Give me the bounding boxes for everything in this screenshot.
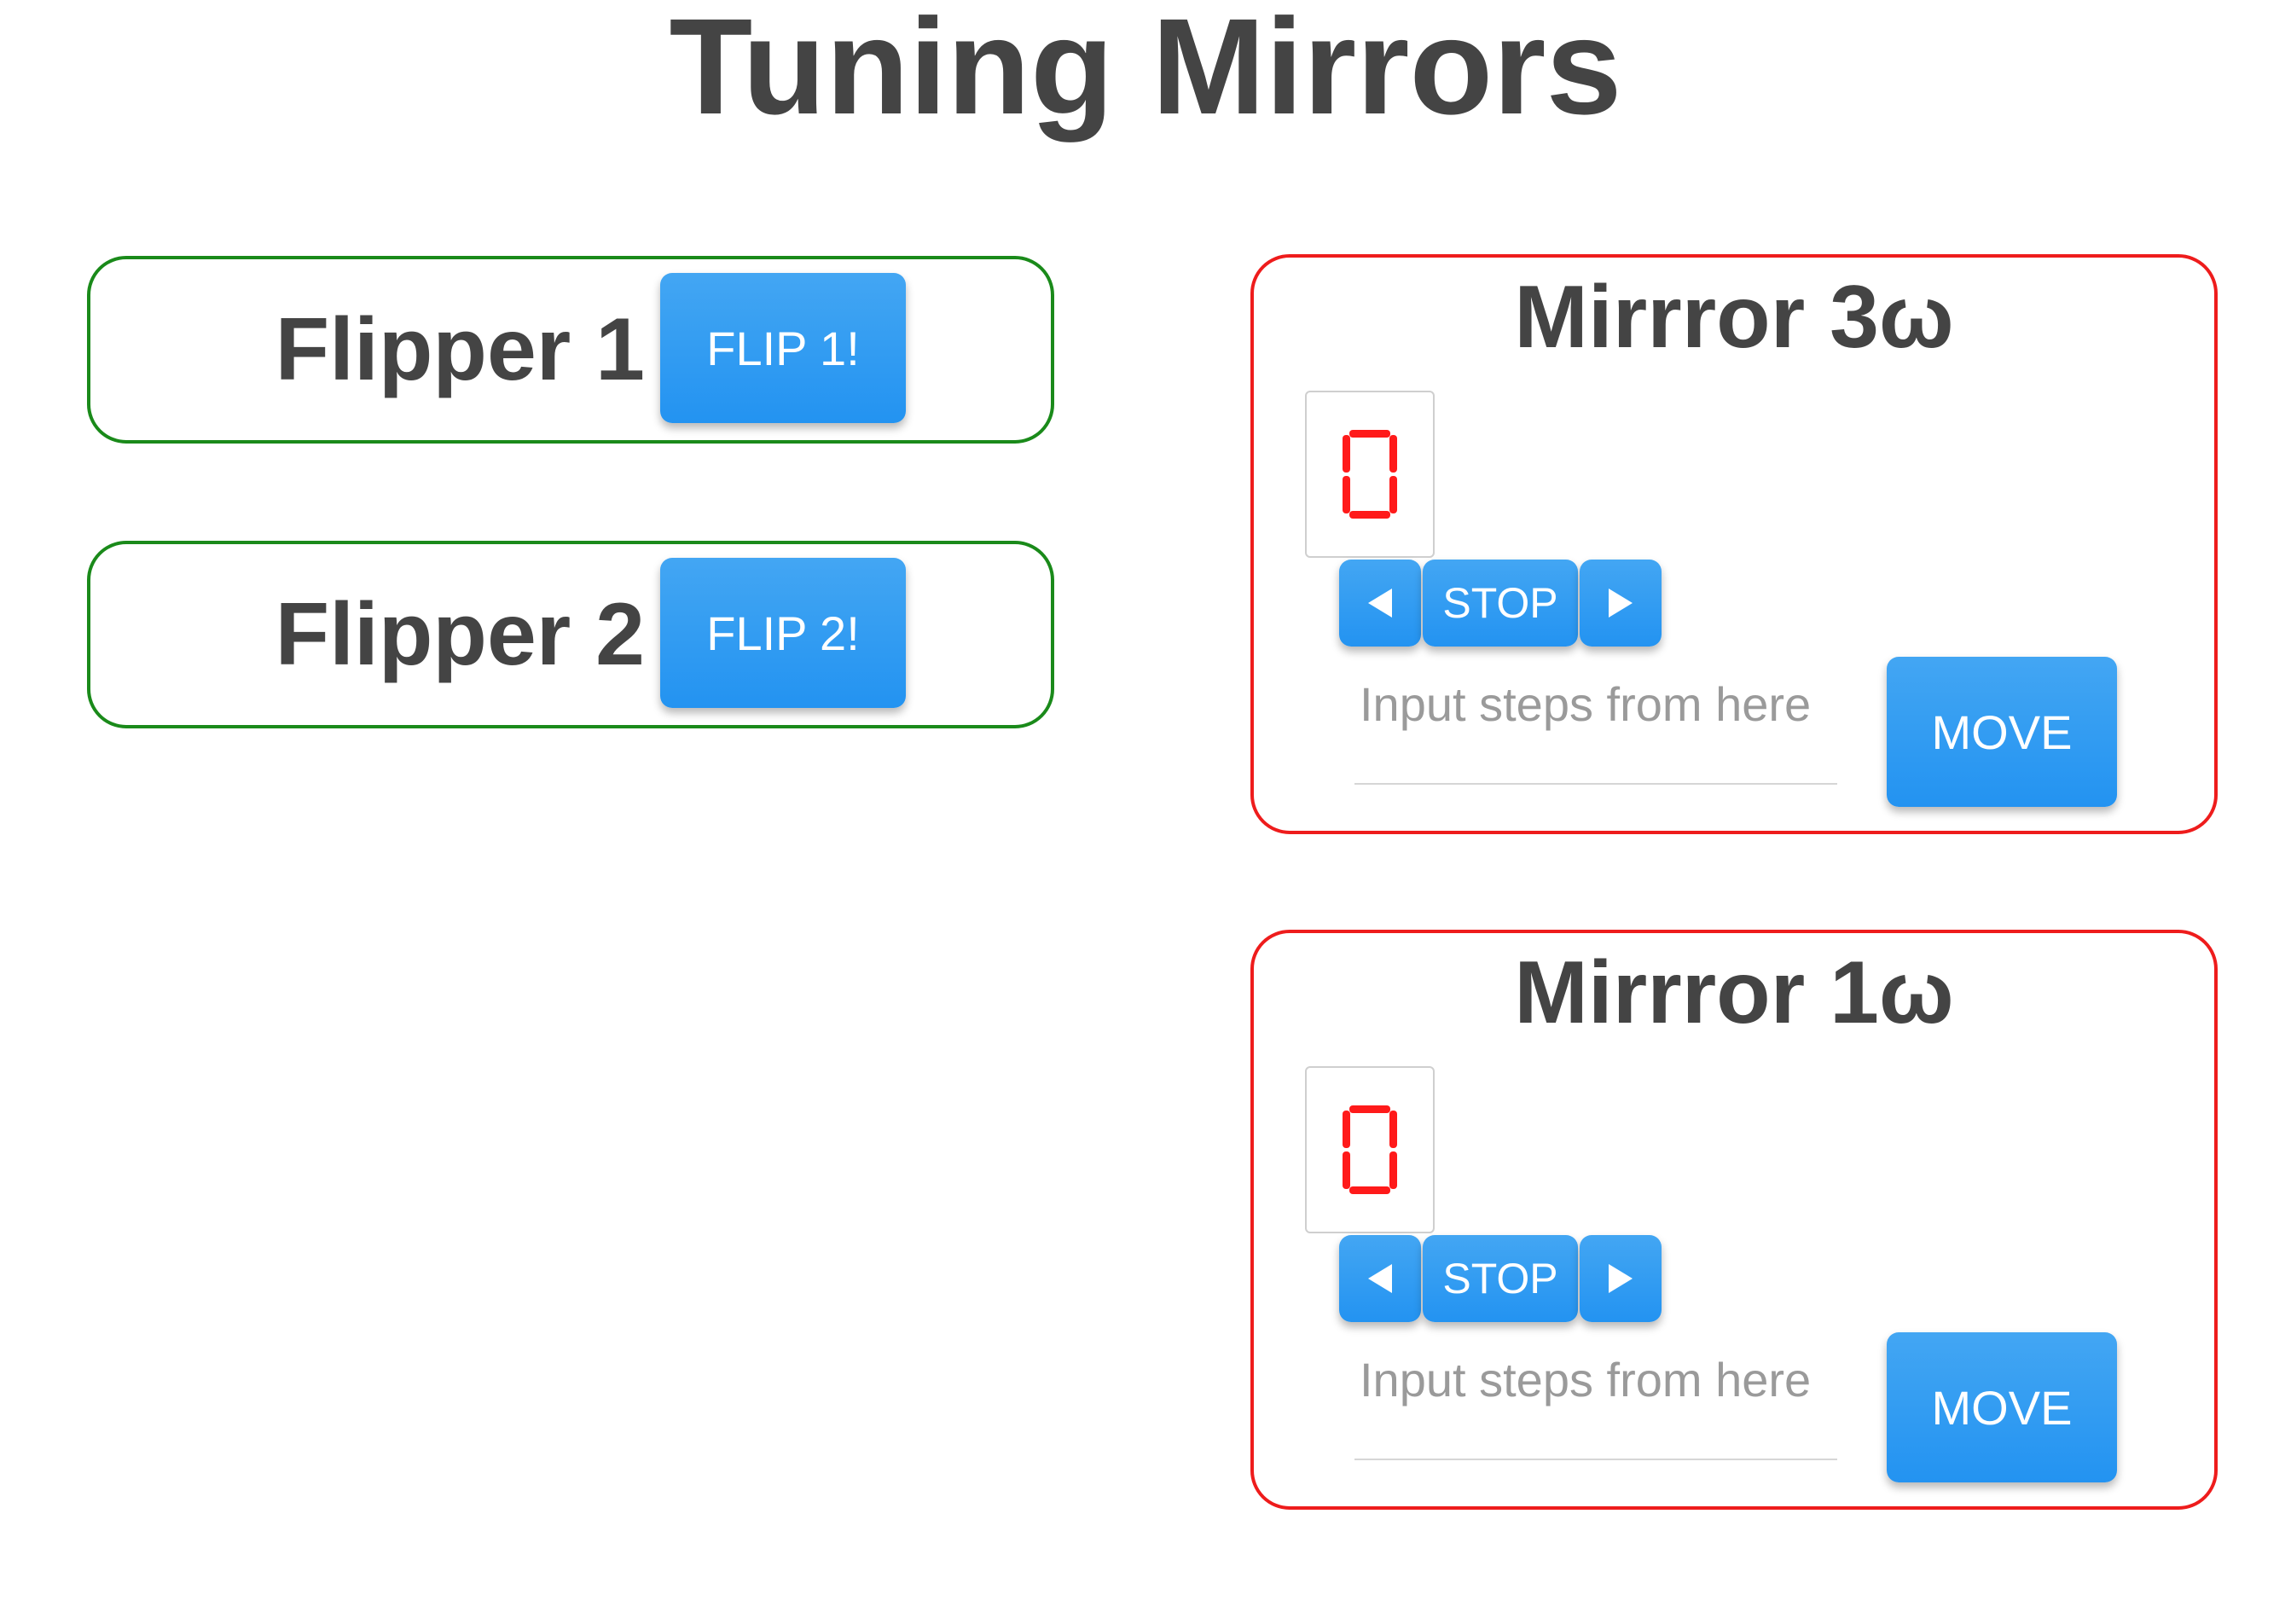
mirror-1w-title: Mirrror 1ω bbox=[1514, 943, 1954, 1042]
mirror-1w-position-readout bbox=[1305, 1066, 1435, 1233]
mirror-3w-stop-button[interactable]: STOP bbox=[1423, 560, 1578, 647]
flipper-1-label: Flipper 1 bbox=[275, 300, 645, 399]
page-title: Tuning Mirrors bbox=[669, 0, 1622, 142]
mirror-1w-stop-button[interactable]: STOP bbox=[1423, 1235, 1578, 1322]
seven-segment-digit bbox=[1343, 430, 1397, 519]
triangle-left-icon bbox=[1368, 1264, 1392, 1293]
mirror-3w-position-readout bbox=[1305, 391, 1435, 558]
flipper-2-panel: Flipper 2 FLIP 2! bbox=[87, 541, 1054, 728]
flip-2-button[interactable]: FLIP 2! bbox=[660, 558, 906, 708]
mirror-3w-step-left-button[interactable] bbox=[1339, 560, 1421, 647]
flipper-2-label: Flipper 2 bbox=[275, 585, 645, 684]
mirror-3w-panel: Mirrror 3ω STOP MOVE bbox=[1250, 254, 2218, 834]
flip-1-button[interactable]: FLIP 1! bbox=[660, 273, 906, 423]
mirror-1w-steps-input[interactable] bbox=[1354, 1334, 1837, 1460]
triangle-left-icon bbox=[1368, 589, 1392, 618]
mirror-1w-move-button[interactable]: MOVE bbox=[1887, 1332, 2117, 1482]
mirror-3w-step-right-button[interactable] bbox=[1580, 560, 1662, 647]
flipper-1-panel: Flipper 1 FLIP 1! bbox=[87, 256, 1054, 444]
mirror-1w-panel: Mirrror 1ω STOP MOVE bbox=[1250, 930, 2218, 1510]
triangle-right-icon bbox=[1609, 1264, 1633, 1293]
triangle-right-icon bbox=[1609, 589, 1633, 618]
mirror-3w-steps-input[interactable] bbox=[1354, 658, 1837, 785]
mirror-3w-title: Mirrror 3ω bbox=[1514, 268, 1954, 367]
seven-segment-digit bbox=[1343, 1105, 1397, 1194]
mirror-1w-step-right-button[interactable] bbox=[1580, 1235, 1662, 1322]
mirror-3w-move-button[interactable]: MOVE bbox=[1887, 657, 2117, 807]
mirror-1w-step-left-button[interactable] bbox=[1339, 1235, 1421, 1322]
